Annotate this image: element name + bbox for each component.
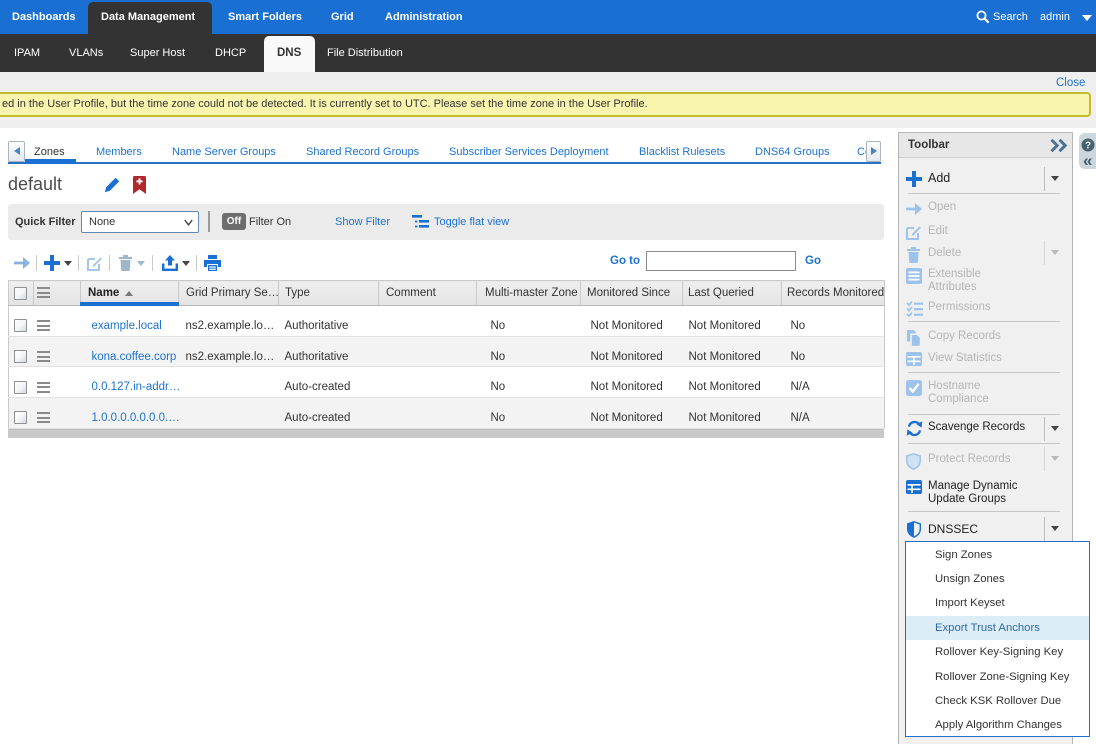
svg-text:?: ? [1085,140,1091,151]
